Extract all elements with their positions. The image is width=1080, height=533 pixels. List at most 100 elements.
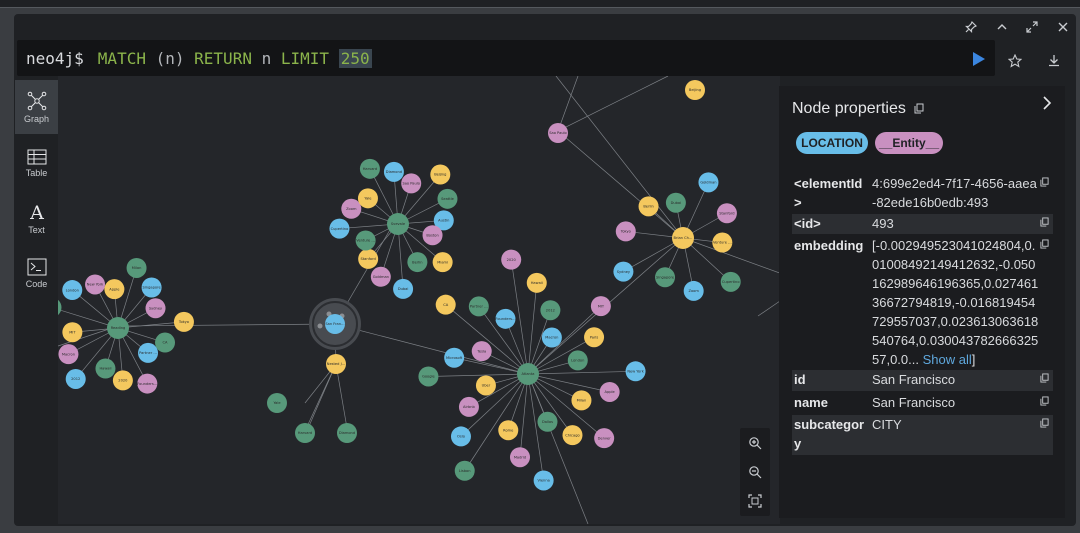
graph-node[interactable]: Venture … [712, 232, 733, 253]
graph-node[interactable]: MIT [62, 322, 83, 343]
graph-node[interactable]: Uber [475, 375, 496, 396]
graph-node[interactable]: Venture … [355, 230, 376, 251]
graph-node[interactable]: Stanford [716, 203, 737, 224]
label-chip-location[interactable]: LOCATION [796, 132, 868, 154]
graph-node[interactable]: Macron [541, 327, 562, 348]
relationship-edge[interactable] [527, 370, 636, 375]
graph-node[interactable]: Stanford [358, 248, 379, 269]
graph-node[interactable]: London [567, 350, 588, 371]
graph-node[interactable]: Brian Ch… [672, 227, 694, 249]
graph-node[interactable]: Dallas [537, 411, 558, 432]
graph-node[interactable]: Diamond [337, 423, 357, 443]
graph-node[interactable]: Beijing [430, 164, 451, 185]
graph-node[interactable]: CA [435, 294, 456, 315]
copy-icon[interactable] [1040, 418, 1049, 428]
relationship-edge[interactable] [757, 300, 780, 317]
label-chip-entity[interactable]: __Entity__ [875, 132, 943, 154]
sidebar-item-text[interactable]: A Text [15, 191, 58, 245]
graph-node[interactable]: Apple [104, 279, 125, 300]
graph-node[interactable]: Berlin [407, 252, 428, 273]
copy-icon[interactable] [1040, 217, 1049, 227]
graph-node[interactable]: Atlanta [517, 363, 539, 385]
relationship-edge[interactable] [557, 130, 684, 239]
sidebar-item-table[interactable]: Table [15, 136, 58, 190]
download-button[interactable] [1043, 50, 1065, 72]
graph-node[interactable]: Oslo [450, 426, 471, 447]
graph-node[interactable]: New York [85, 274, 106, 295]
collapse-panel-icon[interactable] [1041, 96, 1053, 110]
sidebar-item-code[interactable]: Code [15, 246, 58, 300]
copy-icon[interactable] [1040, 239, 1049, 249]
graph-node[interactable]: Lisbon [454, 460, 475, 481]
graph-node[interactable]: San Fran… [325, 314, 345, 334]
graph-node[interactable]: Tesla [471, 341, 492, 362]
relationship-edge[interactable] [527, 282, 538, 375]
graph-node[interactable]: Apple [599, 381, 620, 402]
graph-node[interactable]: Beijing [685, 80, 705, 100]
graph-node[interactable]: Founders… [137, 373, 158, 394]
graph-node[interactable]: Diamond [383, 161, 404, 182]
relationship-edge[interactable] [519, 373, 529, 458]
graph-node[interactable]: Harvard [359, 158, 380, 179]
fullscreen-icon[interactable] [1023, 18, 1041, 36]
graph-node[interactable]: 2012 [540, 300, 561, 321]
graph-node[interactable]: 2012 [65, 368, 86, 389]
graph-node[interactable]: MIT [590, 296, 611, 317]
graph-node[interactable]: Zoom [341, 198, 362, 219]
graph-node[interactable]: Partner … [468, 296, 489, 317]
relationship-edge[interactable] [334, 323, 529, 375]
graph-node[interactable]: New York [625, 361, 646, 382]
graph-node[interactable]: Macron [58, 344, 79, 365]
graph-node[interactable]: Sydney [613, 261, 634, 282]
relationship-edge[interactable] [428, 373, 529, 377]
graph-node[interactable]: Goldman [698, 172, 719, 193]
graph-node[interactable]: Goldman [370, 266, 391, 287]
graph-node[interactable]: Yale [357, 188, 378, 209]
graph-node[interactable]: Svevale [387, 213, 409, 235]
graph-node[interactable]: Hawaii [526, 272, 547, 293]
run-query-button[interactable] [972, 51, 986, 72]
graph-node[interactable]: Seattle [437, 188, 458, 209]
relationship-edge[interactable] [454, 357, 529, 375]
zoom-out-button[interactable] [744, 461, 766, 483]
hide-node-icon[interactable] [317, 323, 323, 329]
zoom-in-button[interactable] [744, 432, 766, 454]
graph-node[interactable]: Cupertino [329, 218, 350, 239]
graph-node[interactable]: 2020 [112, 370, 133, 391]
graph-node[interactable]: Sao Paulo [548, 123, 568, 143]
fit-to-screen-button[interactable] [744, 490, 766, 512]
relationship-edge[interactable] [527, 373, 610, 393]
copy-icon[interactable] [914, 103, 924, 114]
relationship-edge[interactable] [557, 76, 669, 132]
graph-node[interactable]: Berlin [638, 196, 659, 217]
show-all-link[interactable]: Show all [923, 352, 972, 367]
graph-node[interactable]: Madrid [509, 447, 530, 468]
graph-node[interactable]: Rome [498, 420, 519, 441]
favorite-button[interactable] [1004, 50, 1026, 72]
graph-node[interactable]: Sao Paulo [401, 173, 422, 194]
sidebar-item-graph[interactable]: Graph [15, 80, 58, 134]
graph-node[interactable]: Chicago [562, 425, 583, 446]
graph-node[interactable]: Sydney [145, 298, 166, 319]
graph-node[interactable]: Dubai [665, 192, 686, 213]
graph-node[interactable]: Yale [267, 393, 287, 413]
graph-node[interactable]: Paris [58, 297, 62, 317]
graph-node[interactable]: Dubai [393, 278, 414, 299]
graph-node[interactable]: Partner … [138, 342, 159, 363]
graph-node[interactable]: Harvard [295, 423, 315, 443]
graph-node[interactable]: Denver [594, 428, 615, 449]
graph-node[interactable]: Airbnb [458, 396, 479, 417]
pin-icon[interactable] [962, 18, 980, 36]
graph-node[interactable]: Tokyo [615, 221, 636, 242]
graph-node[interactable]: Milan [571, 390, 592, 411]
graph-node[interactable]: Founders… [495, 308, 516, 329]
graph-node[interactable]: Google [418, 366, 439, 387]
graph-node[interactable]: Singapore [141, 277, 162, 298]
graph-node[interactable]: Hawaii [95, 358, 116, 379]
graph-node[interactable]: 2020 [501, 249, 522, 270]
graph-node[interactable]: Boston [422, 225, 443, 246]
graph-node[interactable]: Singapore [655, 267, 676, 288]
graph-node[interactable]: Reading [107, 317, 129, 339]
graph-node[interactable]: Paris [584, 327, 605, 348]
copy-icon[interactable] [1040, 177, 1049, 187]
